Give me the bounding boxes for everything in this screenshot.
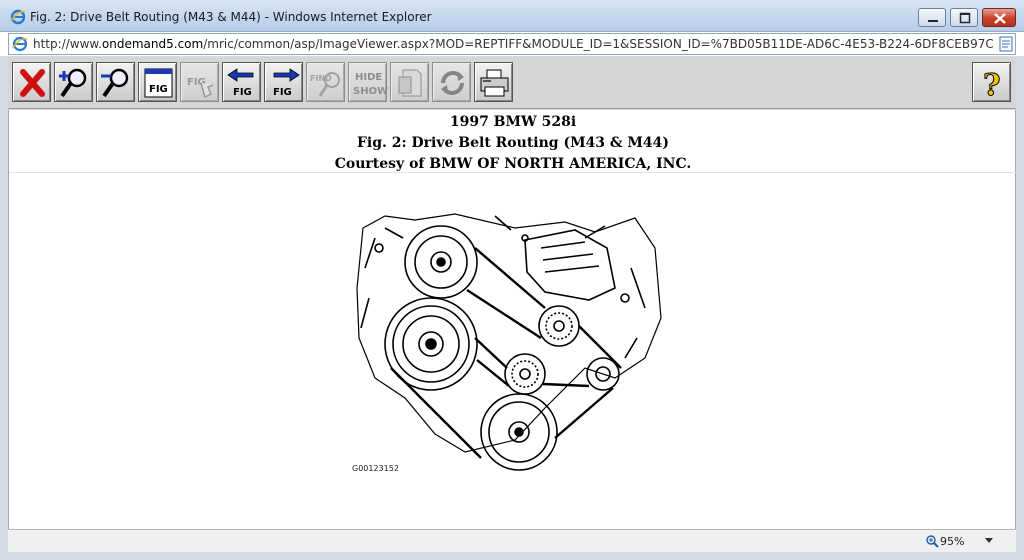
compatibility-icon[interactable] bbox=[999, 36, 1013, 52]
svg-text:FIG: FIG bbox=[149, 84, 168, 95]
zoom-out-button[interactable] bbox=[96, 62, 135, 102]
svg-text:FIND: FIND bbox=[310, 74, 332, 83]
drive-belt-diagram bbox=[356, 213, 662, 471]
close-icon bbox=[994, 13, 1006, 24]
status-bar: 95% bbox=[8, 529, 1016, 552]
figure-title: Fig. 2: Drive Belt Routing (M43 & M44) bbox=[356, 135, 670, 151]
divider bbox=[9, 172, 1017, 173]
page-icon bbox=[12, 36, 28, 52]
svg-text:SHOW: SHOW bbox=[353, 86, 388, 97]
svg-text:FIG: FIG bbox=[233, 87, 252, 98]
svg-text:FIG: FIG bbox=[273, 87, 292, 98]
internet-explorer-icon bbox=[10, 9, 26, 25]
image-viewer-content: 1997 BMW 528i Fig. 2: Drive Belt Routing… bbox=[8, 110, 1017, 529]
document-icon bbox=[398, 69, 422, 97]
zoom-in-icon bbox=[59, 68, 87, 98]
printer-icon bbox=[480, 69, 509, 97]
zoom-in-button[interactable] bbox=[54, 62, 93, 102]
url-text[interactable]: http://www.ondemand5.com/mric/common/asp… bbox=[33, 37, 993, 51]
maximize-icon bbox=[959, 12, 971, 24]
zoom-out-icon bbox=[101, 68, 129, 98]
magnifier-icon[interactable] bbox=[925, 534, 939, 548]
hide-show-button[interactable]: HIDE SHOW bbox=[348, 62, 388, 102]
rotate-icon bbox=[441, 71, 464, 95]
fig-next-button[interactable]: FIG bbox=[264, 62, 303, 102]
print-button[interactable] bbox=[474, 62, 513, 102]
viewer-toolbar: FIG FIG FIG FIG FIND HIDE SHOW ? bbox=[8, 57, 1016, 109]
minimize-button[interactable] bbox=[918, 8, 946, 27]
fig-window-icon: FIG bbox=[144, 68, 173, 98]
rotate-button[interactable] bbox=[432, 62, 471, 102]
fig-hand-icon: FIG bbox=[187, 77, 214, 99]
close-viewer-button[interactable] bbox=[12, 62, 51, 102]
courtesy-line: Courtesy of BMW OF NORTH AMERICA, INC. bbox=[334, 156, 692, 172]
svg-text:?: ? bbox=[983, 68, 1001, 103]
fig-pointer-button[interactable]: FIG bbox=[180, 62, 219, 102]
close-window-button[interactable] bbox=[982, 8, 1016, 27]
print-setup-button[interactable] bbox=[390, 62, 429, 102]
fig-button[interactable]: FIG bbox=[138, 62, 177, 102]
vehicle-heading: 1997 BMW 528i bbox=[449, 114, 577, 130]
fig-forward-icon: FIG bbox=[273, 68, 300, 98]
title-bar: Fig. 2: Drive Belt Routing (M43 & M44) -… bbox=[0, 0, 1024, 32]
help-icon: ? bbox=[983, 68, 1002, 104]
fig-previous-button[interactable]: FIG bbox=[222, 62, 261, 102]
address-bar[interactable]: http://www.ondemand5.com/mric/common/asp… bbox=[8, 33, 1016, 55]
svg-text:HIDE: HIDE bbox=[355, 72, 382, 83]
fig-back-icon: FIG bbox=[227, 68, 254, 98]
figure-code: G00123152 bbox=[352, 464, 399, 473]
minimize-icon bbox=[928, 20, 938, 22]
find-icon: FIND bbox=[310, 72, 340, 97]
window-title: Fig. 2: Drive Belt Routing (M43 & M44) -… bbox=[30, 10, 432, 24]
zoom-level[interactable]: 95% bbox=[940, 535, 964, 548]
help-button[interactable]: ? bbox=[972, 62, 1011, 104]
hide-show-icon: HIDE SHOW bbox=[353, 72, 388, 97]
red-x-icon bbox=[20, 69, 45, 97]
chevron-down-icon[interactable] bbox=[984, 538, 994, 544]
find-button[interactable]: FIND bbox=[306, 62, 345, 102]
maximize-button[interactable] bbox=[950, 8, 978, 27]
